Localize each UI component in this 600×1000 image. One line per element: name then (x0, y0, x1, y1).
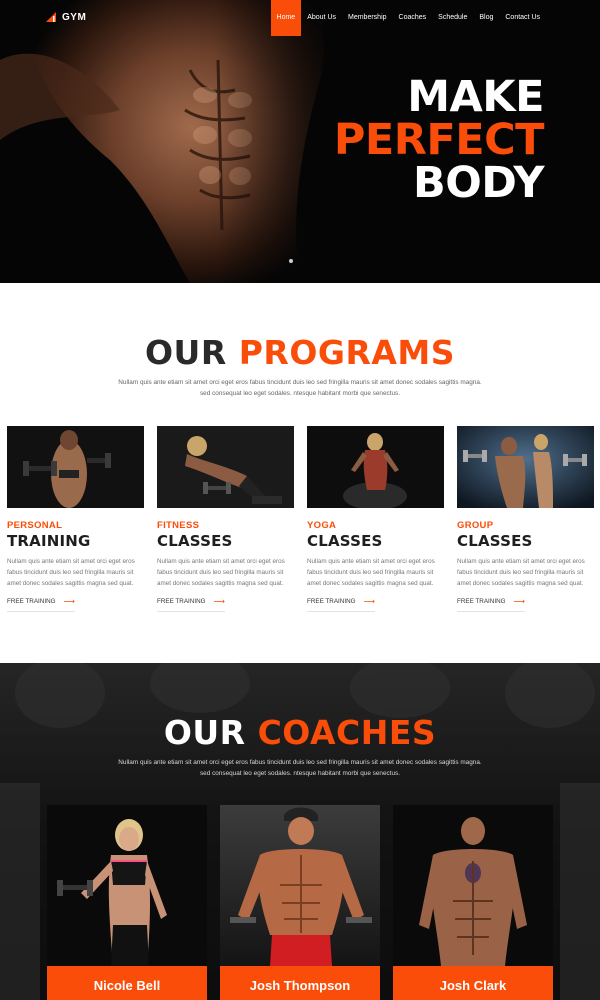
woman-lifting-dumbbell-photo (157, 426, 294, 508)
coach-name: Josh Clark (393, 966, 553, 1000)
nav-item-membership[interactable]: Membership (342, 0, 393, 36)
hero-line-2: PERFECT (333, 115, 545, 165)
program-heading: CLASSES (157, 532, 233, 550)
free-training-link[interactable]: FREE TRAINING ⟶ (157, 597, 225, 612)
nav-item-coaches[interactable]: Coaches (393, 0, 433, 36)
program-text: Nullam quis ante etiam sit amet orci ege… (7, 558, 135, 587)
site-logo[interactable]: GYM (44, 10, 86, 24)
programs-title: OUR PROGRAMS (0, 333, 600, 372)
coach-card[interactable]: Nicole Bell (47, 805, 207, 1000)
program-text: Nullam quis ante etiam sit amet orci ege… (157, 558, 285, 587)
hero-torso-photo (0, 0, 360, 283)
free-training-label: FREE TRAINING (7, 598, 56, 605)
coaches-title-part2: COACHES (257, 713, 437, 752)
free-training-link[interactable]: FREE TRAINING ⟶ (457, 597, 525, 612)
coach-card[interactable]: Josh Thompson (220, 805, 380, 1000)
program-heading: CLASSES (307, 532, 383, 550)
program-card: PERSONAL TRAINING Nullam quis ante etiam… (7, 426, 144, 612)
hero-line-3: BODY (412, 158, 545, 208)
program-card: GROUP CLASSES Nullam quis ante etiam sit… (457, 426, 594, 612)
coaches-description-line1: Nullam quis ante etiam sit amet orci ege… (118, 759, 482, 766)
program-card: FITNESS CLASSES Nullam quis ante etiam s… (157, 426, 294, 612)
male-coach-cap-photo (220, 805, 380, 966)
coach-card[interactable]: Josh Clark (393, 805, 553, 1000)
nav-item-schedule[interactable]: Schedule (432, 0, 473, 36)
coaches-description: Nullam quis ante etiam sit amet orci ege… (100, 757, 500, 779)
male-coach-tattoo-photo (393, 805, 553, 966)
arrow-right-icon: ⟶ (513, 597, 525, 606)
free-training-link[interactable]: FREE TRAINING ⟶ (307, 597, 375, 612)
programs-description-line1: Nullam quis ante etiam sit amet orci ege… (118, 379, 482, 386)
program-text: Nullam quis ante etiam sit amet orci ege… (457, 558, 585, 587)
female-coach-photo (47, 805, 207, 966)
woman-on-exercise-ball-photo (307, 426, 444, 508)
programs-title-part1: OUR (144, 333, 227, 372)
coaches-title: OUR COACHES (0, 713, 600, 752)
free-training-label: FREE TRAINING (157, 598, 206, 605)
arrow-right-icon: ⟶ (63, 597, 75, 606)
programs-title-part2: PROGRAMS (238, 333, 456, 372)
coach-name: Josh Thompson (220, 966, 380, 1000)
coaches-section: OUR COACHES Nullam quis ante etiam sit a… (0, 663, 600, 1000)
nav-item-blog[interactable]: Blog (473, 0, 499, 36)
arrow-right-icon: ⟶ (363, 597, 375, 606)
free-training-label: FREE TRAINING (307, 598, 356, 605)
logo-text: GYM (62, 11, 87, 23)
logo-icon (46, 12, 56, 22)
hero-line-1: MAKE (407, 72, 544, 122)
coach-name: Nicole Bell (47, 966, 207, 1000)
free-training-label: FREE TRAINING (457, 598, 506, 605)
program-kicker: YOGA (307, 520, 337, 531)
programs-description-line2: sed consequat leo eget sodales. ntesque … (199, 390, 401, 397)
arrow-right-icon: ⟶ (213, 597, 225, 606)
programs-description: Nullam quis ante etiam sit amet orci ege… (100, 377, 500, 399)
slider-dot[interactable] (289, 259, 293, 263)
program-kicker: GROUP (457, 520, 494, 531)
coaches-title-part1: OUR (163, 713, 246, 752)
program-card: YOGA CLASSES Nullam quis ante etiam sit … (307, 426, 444, 612)
hero-headline: MAKE PERFECT BODY (333, 72, 545, 208)
athlete-with-dumbbells-photo (7, 426, 144, 508)
free-training-link[interactable]: FREE TRAINING ⟶ (7, 597, 75, 612)
nav-item-home[interactable]: Home (270, 0, 302, 36)
couple-with-dumbbells-photo (457, 426, 594, 508)
hero-banner: GYM Home About Us Membership Coaches Sch… (0, 0, 600, 283)
program-heading: TRAINING (7, 532, 91, 550)
program-kicker: PERSONAL (7, 520, 63, 531)
main-nav: Home About Us Membership Coaches Schedul… (270, 0, 546, 36)
nav-item-about-us[interactable]: About Us (301, 0, 342, 36)
program-text: Nullam quis ante etiam sit amet orci ege… (307, 558, 435, 587)
nav-item-contact-us[interactable]: Contact Us (499, 0, 546, 36)
programs-section: OUR PROGRAMS Nullam quis ante etiam sit … (0, 283, 600, 663)
program-kicker: FITNESS (157, 520, 200, 531)
program-heading: CLASSES (457, 532, 533, 550)
coaches-description-line2: sed consequat leo eget sodales. ntesque … (199, 770, 401, 777)
